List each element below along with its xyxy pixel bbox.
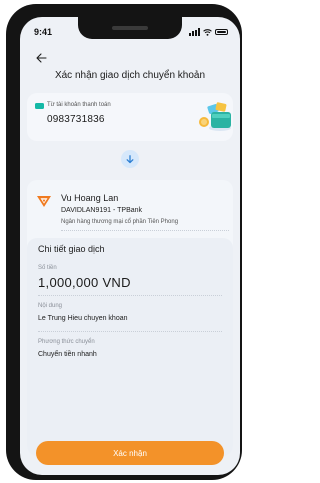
- content-label: Nội dung: [38, 303, 63, 309]
- signal-icon: [189, 28, 200, 36]
- divider: [38, 295, 222, 296]
- divider: [38, 331, 222, 332]
- confirm-button[interactable]: Xác nhận: [36, 441, 224, 465]
- notch: [78, 17, 182, 39]
- recipient-card: Vu Hoang Lan DAVIDLAN9191 - TPBank Ngân …: [27, 180, 233, 456]
- status-time: 9:41: [34, 27, 53, 37]
- status-icons: [189, 28, 228, 36]
- source-account-number: 0983731836: [47, 114, 105, 125]
- phone-frame: 9:41 Xác nhận giao dịch chuyển khoản Từ …: [6, 4, 242, 480]
- method-value: Chuyển tiền nhanh: [38, 351, 97, 358]
- transaction-details: Chi tiết giao dịch Số tiền 1,000,000 VND…: [27, 238, 233, 456]
- battery-icon: [215, 29, 228, 35]
- recipient-bank-name: Ngân hàng thương mại cổ phần Tiên Phong: [61, 219, 179, 225]
- source-account-card[interactable]: Từ tài khoản thanh toán 0983731836: [27, 93, 233, 141]
- wifi-icon: [203, 28, 212, 36]
- page-title: Xác nhận giao dịch chuyển khoản: [54, 70, 206, 81]
- recipient-name: Vu Hoang Lan: [61, 193, 119, 203]
- back-arrow-icon: [35, 53, 47, 63]
- amount-value: 1,000,000 VND: [38, 275, 131, 290]
- method-label: Phương thức chuyển: [38, 339, 95, 345]
- recipient-account: DAVIDLAN9191 - TPBank: [61, 207, 143, 214]
- back-button[interactable]: [34, 51, 48, 65]
- speaker-grille: [112, 26, 148, 30]
- amount-label: Số tiền: [38, 265, 57, 271]
- transfer-direction-badge: [121, 150, 139, 168]
- wallet-icon: [35, 103, 44, 109]
- divider: [61, 230, 229, 231]
- wallet-illustration: [199, 102, 231, 131]
- details-heading: Chi tiết giao dịch: [38, 244, 105, 254]
- app-screen: 9:41 Xác nhận giao dịch chuyển khoản Từ …: [20, 17, 240, 475]
- tpbank-logo: [37, 196, 51, 207]
- arrow-down-icon: [126, 154, 134, 163]
- content-value: Le Trung Hieu chuyen khoan: [38, 315, 128, 322]
- source-account-label: Từ tài khoản thanh toán: [47, 102, 111, 108]
